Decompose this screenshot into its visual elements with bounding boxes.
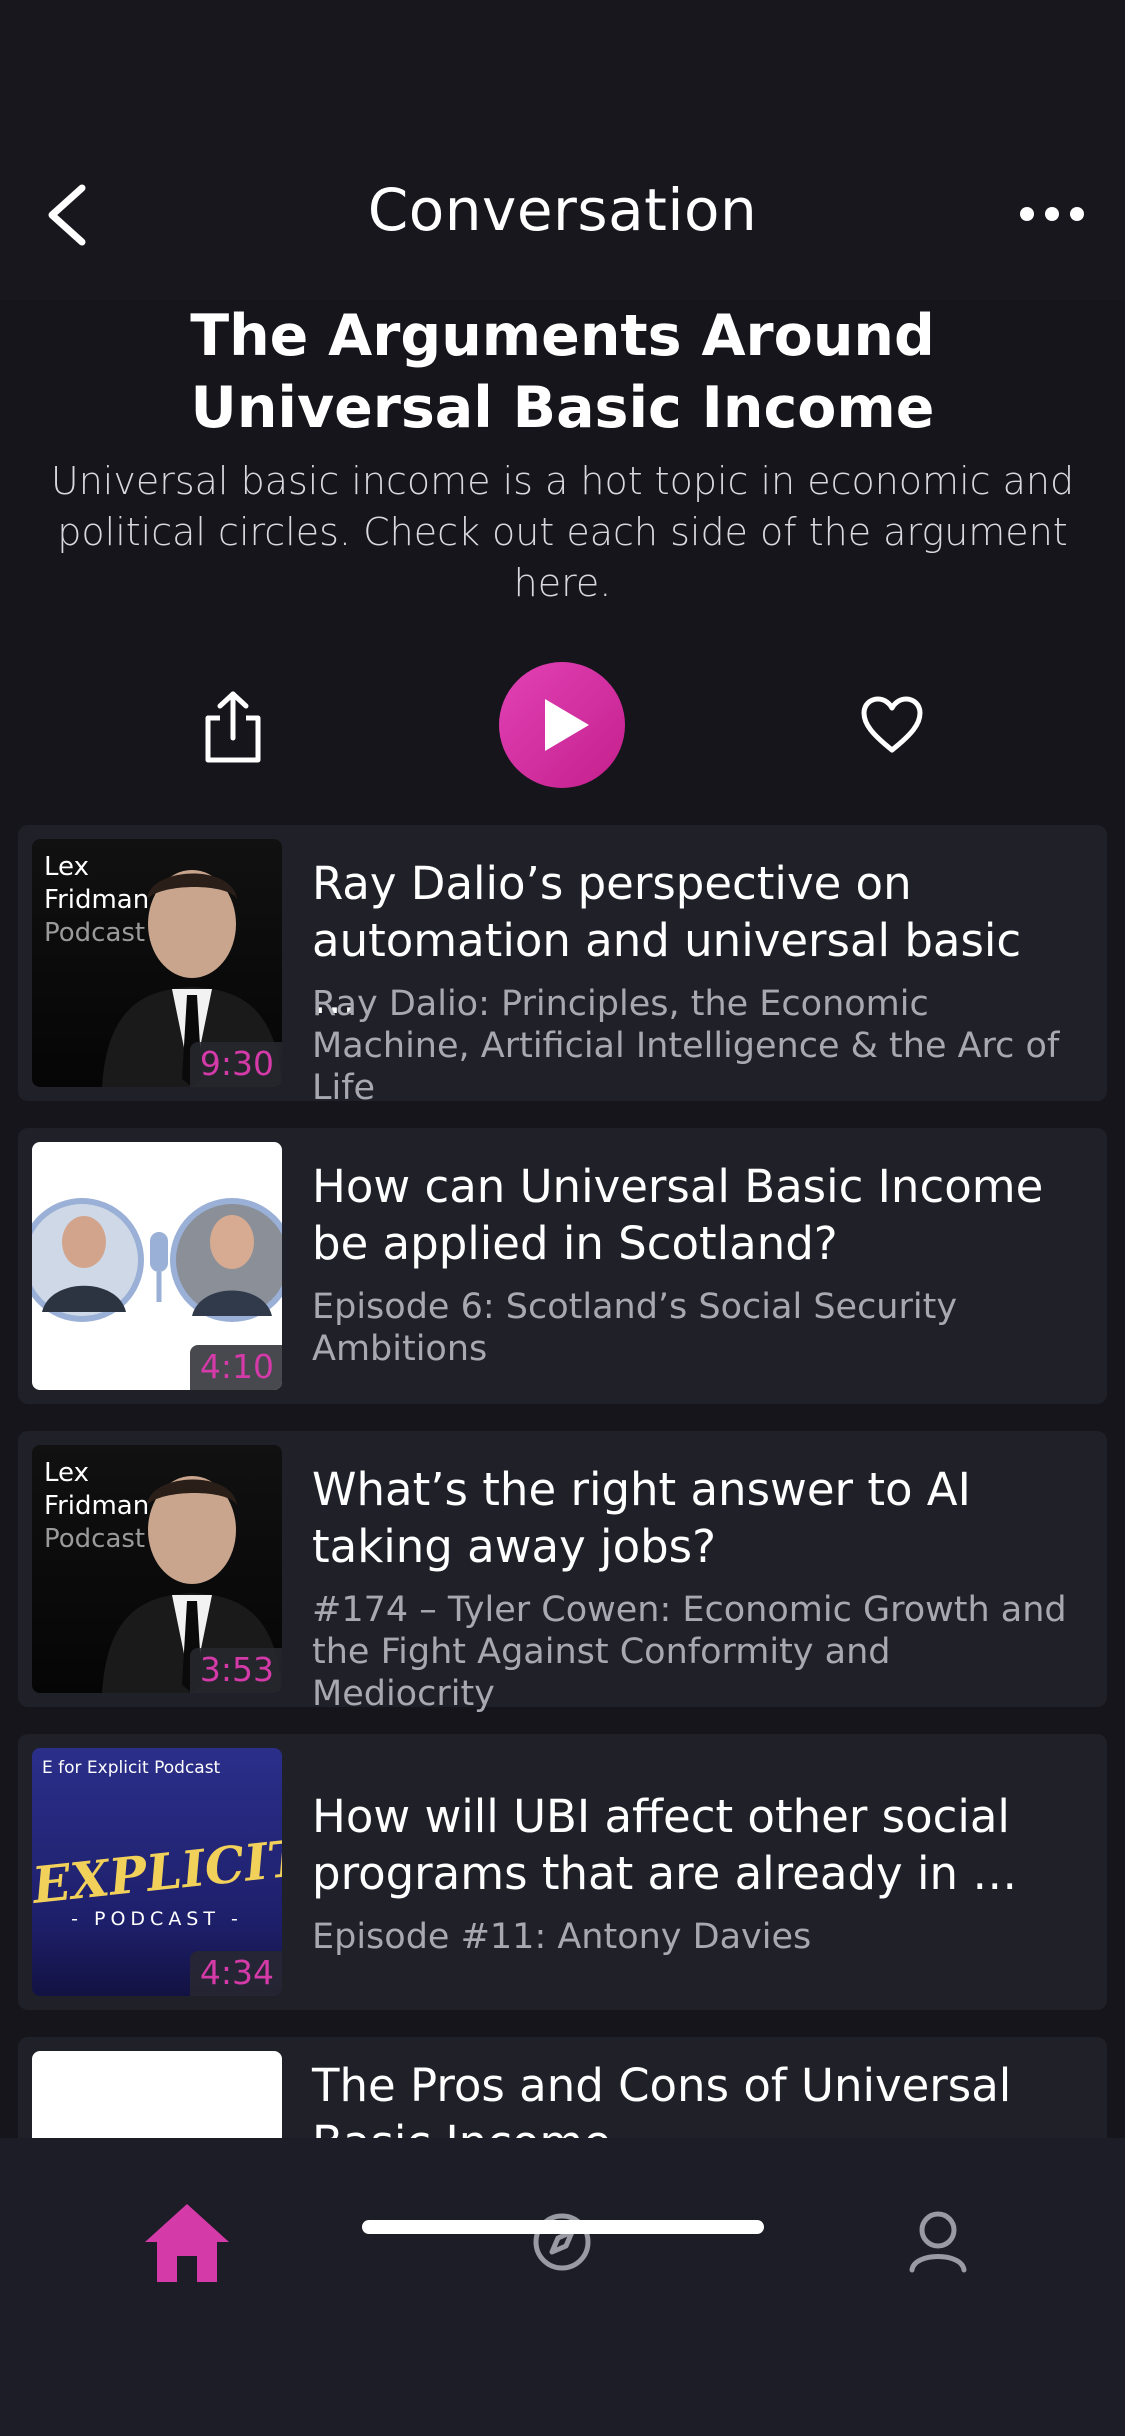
episode-title: The Pros and Cons of Universal Basic Inc… <box>312 2059 1012 2138</box>
episode-subtitle: Ray Dalio: Principles, the Economic Mach… <box>312 984 1060 1108</box>
podcast-artwork-tagline: - PODCAST - <box>71 1908 243 1930</box>
episode-card[interactable]: E for Explicit Podcast EXPLICIT - PODCAS… <box>18 1734 1107 2010</box>
episode-thumbnail: Lex Fridman Podcast 9:30 <box>32 839 282 1087</box>
conversation-title: The Arguments Around Universal Basic Inc… <box>190 303 935 441</box>
favorite-button[interactable] <box>860 696 924 756</box>
profile-icon <box>909 2211 967 2273</box>
tab-profile[interactable] <box>888 2192 988 2292</box>
duration-badge: 4:34 <box>189 1951 282 1996</box>
duration-badge: 4:10 <box>189 1345 282 1390</box>
podcast-logo-text: Lex Fridman Podcast <box>44 1458 150 1554</box>
home-indicator[interactable] <box>362 2220 764 2234</box>
share-button[interactable] <box>200 690 266 766</box>
episode-thumbnail: Lex Fridman Podcast 3:53 <box>32 1445 282 1693</box>
heart-icon <box>861 696 923 753</box>
episode-title: How can Universal Basic Income be applie… <box>312 1160 1044 1270</box>
episode-card[interactable]: Lex Fridman Podcast 9:30 Ray Dalio’s per… <box>18 825 1107 1108</box>
tab-discover[interactable] <box>512 2192 612 2292</box>
podcast-artwork-logo: EXPLICIT <box>32 1827 282 1915</box>
episode-subtitle: Episode 6: Scotland’s Social Security Am… <box>312 1287 958 1369</box>
podcast-artwork-caption: E for Explicit Podcast <box>42 1758 221 1778</box>
tab-home[interactable] <box>137 2192 237 2292</box>
conversation-description: Universal basic income is a hot topic in… <box>50 459 1075 605</box>
compass-icon <box>533 2213 591 2271</box>
episode-title: How will UBI affect other social program… <box>312 1790 1018 1900</box>
page-title: Conversation <box>367 176 758 244</box>
episode-subtitle: #174 – Tyler Cowen: Economic Growth and … <box>312 1590 1067 1714</box>
play-icon <box>545 699 589 751</box>
episode-thumbnail: E for Explicit Podcast EXPLICIT - PODCAS… <box>32 1748 282 1996</box>
more-options-button[interactable] <box>1017 196 1087 232</box>
ellipsis-icon <box>1020 207 1084 221</box>
podcast-logo-text: Lex Fridman Podcast <box>44 852 150 948</box>
episode-subtitle: Episode #11: Antony Davies <box>312 1917 812 1957</box>
episode-card[interactable]: Lex Fridman Podcast 3:53 What’s the righ… <box>18 1431 1107 1714</box>
duration-badge: 3:53 <box>189 1648 282 1693</box>
home-icon <box>145 2204 229 2282</box>
episode-card[interactable]: The Pros and Cons of Universal Basic Inc… <box>18 2037 1107 2138</box>
play-all-button[interactable] <box>499 662 625 788</box>
episode-thumbnail <box>32 2051 282 2138</box>
share-icon <box>205 691 261 763</box>
episode-title: What’s the right answer to AI taking awa… <box>312 1463 971 1573</box>
tab-bar <box>0 2138 1125 2436</box>
episode-card[interactable]: 4:10 How can Universal Basic Income be a… <box>18 1128 1107 1404</box>
episode-thumbnail: 4:10 <box>32 1142 282 1390</box>
nav-header: Conversation <box>0 0 1125 300</box>
duration-badge: 9:30 <box>189 1042 282 1087</box>
